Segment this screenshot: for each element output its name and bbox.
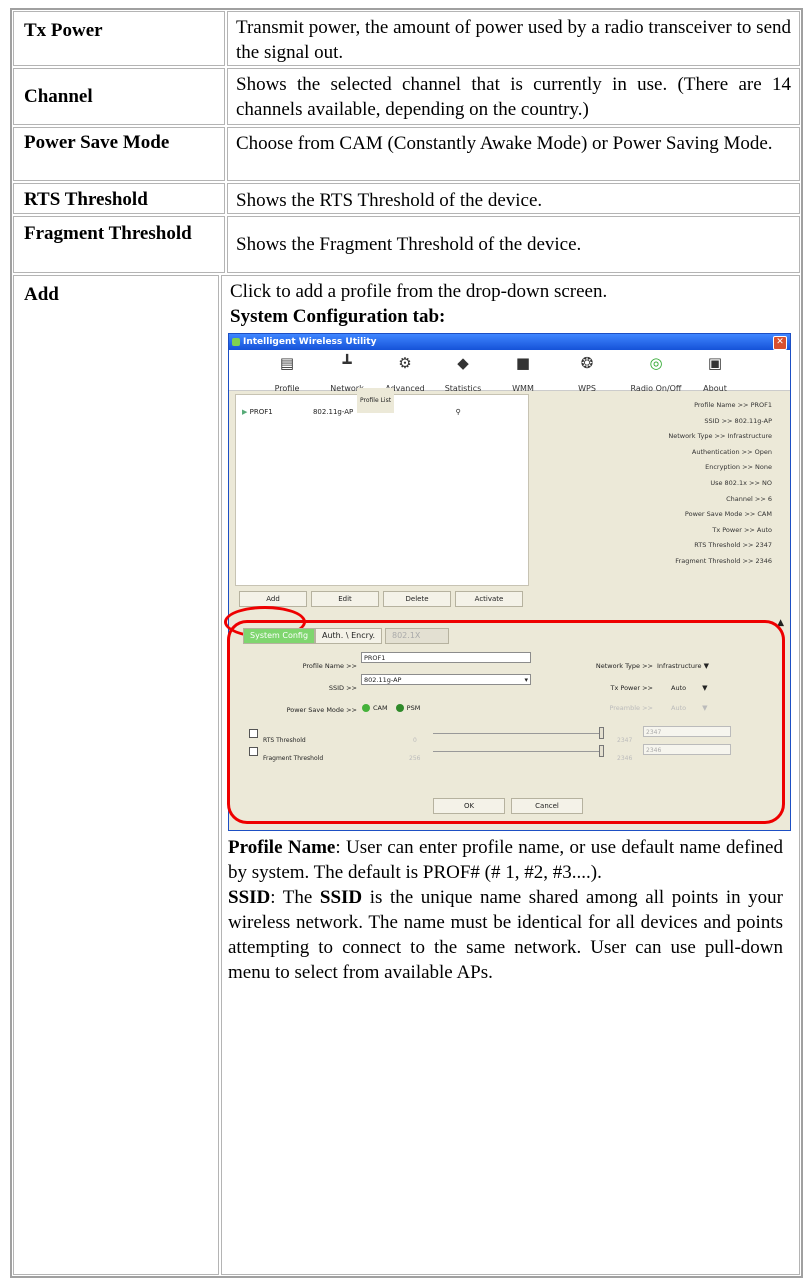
row-description: Transmit power, the amount of power used… [227, 11, 800, 66]
row-description: Shows the RTS Threshold of the device. [227, 183, 800, 214]
add-button[interactable]: Add [239, 591, 307, 607]
dropdown-arrow-icon: ▼ [702, 684, 708, 692]
delete-button[interactable]: Delete [383, 591, 451, 607]
power-save-label: Power Save Mode >> [286, 706, 357, 714]
row-label: Tx Power [13, 11, 225, 66]
row-label: Add [13, 275, 219, 1275]
wps-icon: ❂ [580, 354, 594, 372]
row-label: Power Save Mode [13, 127, 225, 181]
radio-icon: ◎ [649, 354, 663, 372]
row-description: Click to add a profile from the drop-dow… [221, 275, 800, 1275]
utility-window-screenshot: Intelligent Wireless Utility ✕ ▤ Profile … [224, 333, 791, 831]
edit-button[interactable]: Edit [311, 591, 379, 607]
tab-8021x[interactable]: 802.1X [385, 628, 449, 644]
app-icon [232, 338, 240, 346]
row-description: Choose from CAM (Constantly Awake Mode) … [227, 127, 800, 181]
rts-slider[interactable] [433, 733, 603, 734]
profile-list[interactable]: ▶ PROF1 802.11g-AP ⚲ [235, 394, 529, 586]
profile-name-term: Profile Name [228, 837, 336, 858]
profile-list-legend: Profile List [357, 388, 395, 413]
preamble-label: Preamble >> [609, 704, 653, 712]
table-row: Fragment Threshold Shows the Fragment Th… [12, 215, 801, 274]
toolbar-radio[interactable]: ◎ Radio On/Off [623, 353, 689, 401]
toolbar-about[interactable]: ▣ About [687, 353, 743, 401]
profile-name-paragraph: Profile Name: User can enter profile nam… [228, 831, 791, 885]
system-config-heading: System Configuration tab: [230, 306, 446, 327]
fragment-max: 2346 [617, 755, 633, 762]
system-config-panel: System Config Auth. \ Encry. 802.1X Prof… [227, 620, 785, 827]
preamble-select[interactable]: Auto ▼ [671, 696, 708, 721]
ssid-term-inline: SSID [319, 887, 363, 908]
fragment-value-input[interactable]: 2346 [643, 744, 731, 755]
power-save-options: CAM PSM [359, 696, 420, 721]
table-row: Channel Shows the selected channel that … [12, 67, 801, 126]
rts-value-input[interactable]: 2347 [643, 726, 731, 737]
row-label: Fragment Threshold [13, 216, 225, 273]
fragment-label: Fragment Threshold [263, 755, 324, 762]
gears-icon: ⚙ [398, 354, 412, 372]
fragment-slider-knob[interactable] [599, 745, 604, 757]
toolbar-wps[interactable]: ❂ WPS [559, 353, 615, 401]
dropdown-arrow-icon: ▾ [524, 676, 528, 684]
fragment-slider[interactable] [433, 751, 603, 752]
profile-icon: ▤ [279, 354, 295, 372]
cancel-button[interactable]: Cancel [511, 798, 583, 814]
window-title: Intelligent Wireless Utility [243, 337, 377, 347]
row-description: Shows the selected channel that is curre… [227, 68, 800, 125]
activate-button[interactable]: Activate [455, 591, 523, 607]
ssid-paragraph: SSID: The SSID is the unique name shared… [228, 887, 783, 983]
wmm-icon: ■ [515, 354, 531, 372]
profile-name-input[interactable]: PROF1 [361, 652, 531, 663]
document-table: Tx Power Transmit power, the amount of p… [10, 8, 803, 1278]
dropdown-arrow-icon: ▼ [703, 662, 709, 670]
ssid-term: SSID [228, 887, 271, 908]
window-titlebar: Intelligent Wireless Utility ✕ [229, 334, 790, 350]
toolbar: ▤ Profile ┻ Network ⚙ Advanced ◆ Statistics … [229, 350, 790, 393]
about-icon: ▣ [707, 354, 723, 372]
ok-button[interactable]: OK [433, 798, 505, 814]
tab-auth-encry[interactable]: Auth. \ Encry. [315, 628, 383, 644]
profile-info: Profile Name >> PROF1 SSID >> 802.11g-AP… [668, 401, 772, 565]
radio-psm[interactable] [395, 704, 404, 712]
signal-icon: ⚲ [455, 408, 461, 416]
row-description: Shows the Fragment Threshold of the devi… [227, 216, 800, 273]
fragment-checkbox[interactable] [249, 747, 258, 756]
network-icon: ┻ [342, 354, 352, 372]
table-row: Tx Power Transmit power, the amount of p… [12, 10, 801, 67]
ssid-select[interactable]: 802.11g-AP ▾ [361, 674, 531, 685]
tab-system-config[interactable]: System Config [243, 628, 316, 644]
profile-list-panel: ▶ PROF1 802.11g-AP ⚲ Profile List Add Ed… [235, 388, 529, 614]
table-row: RTS Threshold Shows the RTS Threshold of… [12, 182, 801, 215]
radio-cam[interactable] [362, 704, 370, 712]
table-row: Power Save Mode Choose from CAM (Constan… [12, 126, 801, 182]
add-description: Click to add a profile from the drop-dow… [230, 281, 608, 302]
statistics-icon: ◆ [457, 354, 469, 372]
fragment-min: 256 [409, 755, 421, 762]
rts-checkbox[interactable] [249, 729, 258, 738]
row-label: Channel [13, 68, 225, 125]
row-label: RTS Threshold [13, 183, 225, 214]
rts-slider-knob[interactable] [599, 727, 604, 739]
dropdown-arrow-icon: ▼ [702, 704, 708, 712]
close-icon[interactable]: ✕ [773, 336, 787, 350]
selected-arrow-icon: ▶ [242, 408, 248, 416]
table-row: Add Click to add a profile from the drop… [12, 274, 801, 1276]
